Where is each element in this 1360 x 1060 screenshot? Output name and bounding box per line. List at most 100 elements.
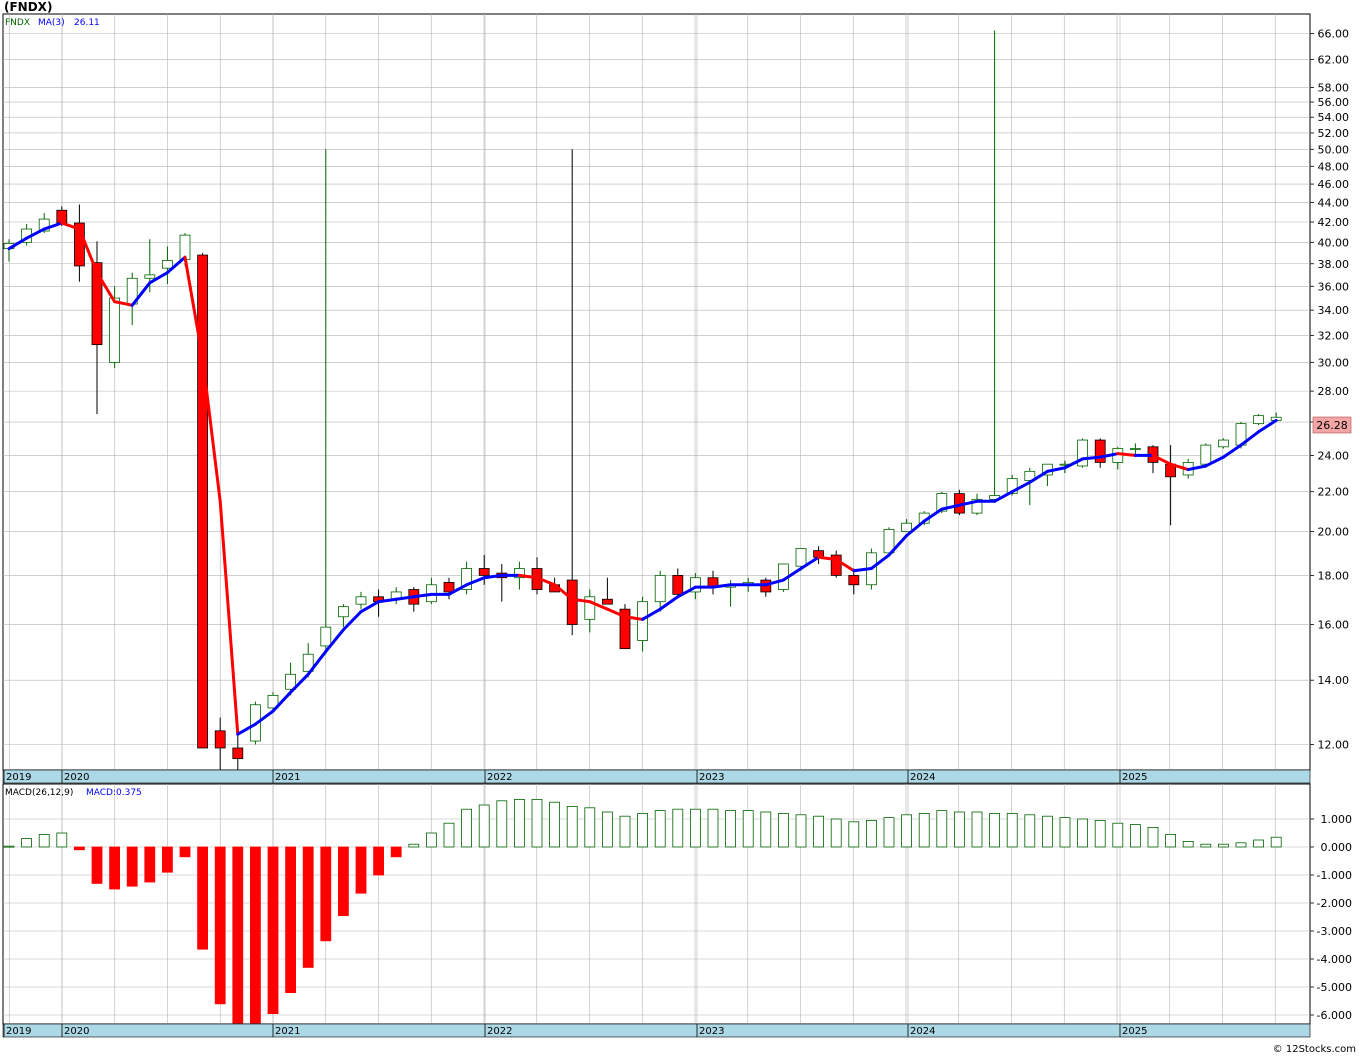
macd-bar-positive bbox=[989, 813, 1000, 848]
macd-bar-positive bbox=[1042, 815, 1053, 848]
price-tick-label: 36.00 bbox=[1318, 280, 1350, 293]
candle-up bbox=[1218, 439, 1229, 448]
price-tick-label: 48.00 bbox=[1318, 160, 1350, 173]
price-tick-label: 34.00 bbox=[1318, 304, 1350, 317]
macd-bar-positive bbox=[971, 811, 983, 848]
macd-bar-positive bbox=[21, 838, 33, 848]
macd-tick-label: -6.000 bbox=[1317, 1009, 1352, 1022]
ticker-label: FNDX bbox=[5, 18, 30, 28]
candle-up bbox=[795, 548, 807, 567]
date-tick-label: 2024 bbox=[910, 1026, 935, 1037]
macd-bar-positive bbox=[707, 808, 719, 848]
macd-bar-negative bbox=[320, 846, 332, 942]
price-tick-label: 40.00 bbox=[1318, 236, 1350, 249]
macd-bar-positive bbox=[918, 813, 930, 848]
date-tick-label: 2025 bbox=[1122, 1026, 1147, 1037]
macd-bar-negative bbox=[249, 846, 261, 1024]
candle-down bbox=[1094, 439, 1106, 463]
date-tick-label: 2023 bbox=[699, 1026, 724, 1037]
macd-bar-positive bbox=[795, 814, 807, 848]
macd-bar-positive bbox=[3, 845, 15, 848]
candle-up bbox=[144, 274, 156, 279]
macd-bar-positive bbox=[742, 810, 754, 848]
price-tick-label: 66.00 bbox=[1318, 28, 1350, 41]
macd-bar-positive bbox=[936, 810, 948, 848]
price-tick-label: 20.00 bbox=[1318, 525, 1350, 538]
macd-bar-positive bbox=[443, 822, 455, 848]
price-tick-label: 12.00 bbox=[1318, 739, 1350, 752]
macd-bar-negative bbox=[126, 846, 138, 887]
chart-root: 12.0014.0016.0018.0020.0022.0024.0026.00… bbox=[0, 0, 1360, 1056]
date-tick-label: 2021 bbox=[275, 772, 300, 783]
macd-tick-label: -3.000 bbox=[1317, 925, 1352, 938]
macd-bar-positive bbox=[1112, 822, 1124, 848]
candle-down bbox=[672, 574, 684, 595]
macd-bar-positive bbox=[654, 810, 666, 848]
price-tick-label: 42.00 bbox=[1318, 216, 1350, 229]
macd-bar-negative bbox=[285, 846, 297, 994]
date-tick-label: 2024 bbox=[910, 772, 935, 783]
macd-bar-positive bbox=[672, 808, 684, 848]
candle-up bbox=[654, 574, 666, 603]
site-credit: © 12Stocks.com bbox=[1273, 1044, 1356, 1055]
macd-bar-positive bbox=[866, 820, 877, 848]
macd-bar-positive bbox=[848, 821, 860, 848]
macd-tick-label: 0.000 bbox=[1321, 841, 1353, 854]
date-tick-label: 2025 bbox=[1122, 772, 1147, 783]
macd-bar-positive bbox=[813, 815, 824, 848]
macd-bar-negative bbox=[390, 846, 402, 858]
price-tick-label: 46.00 bbox=[1318, 178, 1350, 191]
macd-bar-positive bbox=[1094, 820, 1106, 848]
macd-bar-negative bbox=[109, 846, 120, 890]
macd-value: MACD:0.375 bbox=[86, 788, 142, 798]
ma-value: 26.11 bbox=[74, 18, 100, 28]
candle-up bbox=[637, 601, 648, 641]
macd-tick-label: -4.000 bbox=[1317, 953, 1352, 966]
macd-bar-negative bbox=[214, 846, 226, 1005]
macd-bar-negative bbox=[355, 846, 367, 894]
ma-segment bbox=[1081, 455, 1102, 461]
macd-bar-positive bbox=[1253, 839, 1264, 848]
macd-bar-negative bbox=[161, 846, 173, 873]
macd-bar-positive bbox=[496, 800, 508, 848]
macd-bar-positive bbox=[830, 818, 842, 848]
candle-up bbox=[337, 606, 349, 618]
price-tick-label: 38.00 bbox=[1318, 258, 1350, 271]
macd-bar-positive bbox=[619, 815, 631, 848]
macd-bar-positive bbox=[883, 817, 895, 848]
macd-tick-label: 1.000 bbox=[1321, 813, 1353, 826]
macd-bar-positive bbox=[1165, 834, 1176, 848]
macd-bar-positive bbox=[478, 804, 490, 848]
date-tick-label: 2020 bbox=[64, 1026, 89, 1037]
price-tick-label: 56.00 bbox=[1318, 96, 1350, 109]
candle-down bbox=[566, 579, 578, 625]
candle-up bbox=[1253, 415, 1264, 425]
candle-up bbox=[901, 522, 912, 532]
macd-bar-positive bbox=[1218, 843, 1229, 848]
macd-bar-positive bbox=[56, 832, 68, 848]
macd-bar-positive bbox=[760, 811, 772, 848]
macd-bar-positive bbox=[514, 799, 525, 848]
macd-bar-negative bbox=[373, 846, 385, 876]
candle-down bbox=[232, 747, 244, 760]
stock-chart: 12.0014.0016.0018.0020.0022.0024.0026.00… bbox=[2, 0, 1356, 1055]
price-tick-label: 62.00 bbox=[1318, 54, 1350, 67]
macd-bar-negative bbox=[91, 846, 103, 884]
macd-label: MACD(26,12,9) bbox=[5, 788, 73, 798]
macd-bar-negative bbox=[74, 846, 85, 851]
macd-bar-negative bbox=[144, 846, 156, 883]
price-tick-label: 24.00 bbox=[1318, 449, 1350, 462]
macd-bar-negative bbox=[197, 846, 209, 950]
price-tick-label: 54.00 bbox=[1318, 111, 1350, 124]
date-tick-label: 2019 bbox=[6, 772, 31, 783]
macd-bar-negative bbox=[302, 846, 314, 968]
candle-up bbox=[1200, 444, 1212, 465]
macd-bar-positive bbox=[778, 813, 789, 848]
candle-down bbox=[197, 254, 209, 749]
price-tick-label: 30.00 bbox=[1318, 356, 1350, 369]
macd-bar-negative bbox=[267, 846, 279, 1015]
macd-bar-positive bbox=[1006, 813, 1018, 848]
macd-bar-positive bbox=[1235, 842, 1247, 848]
candle-down bbox=[848, 574, 860, 586]
macd-bar-negative bbox=[337, 846, 349, 916]
